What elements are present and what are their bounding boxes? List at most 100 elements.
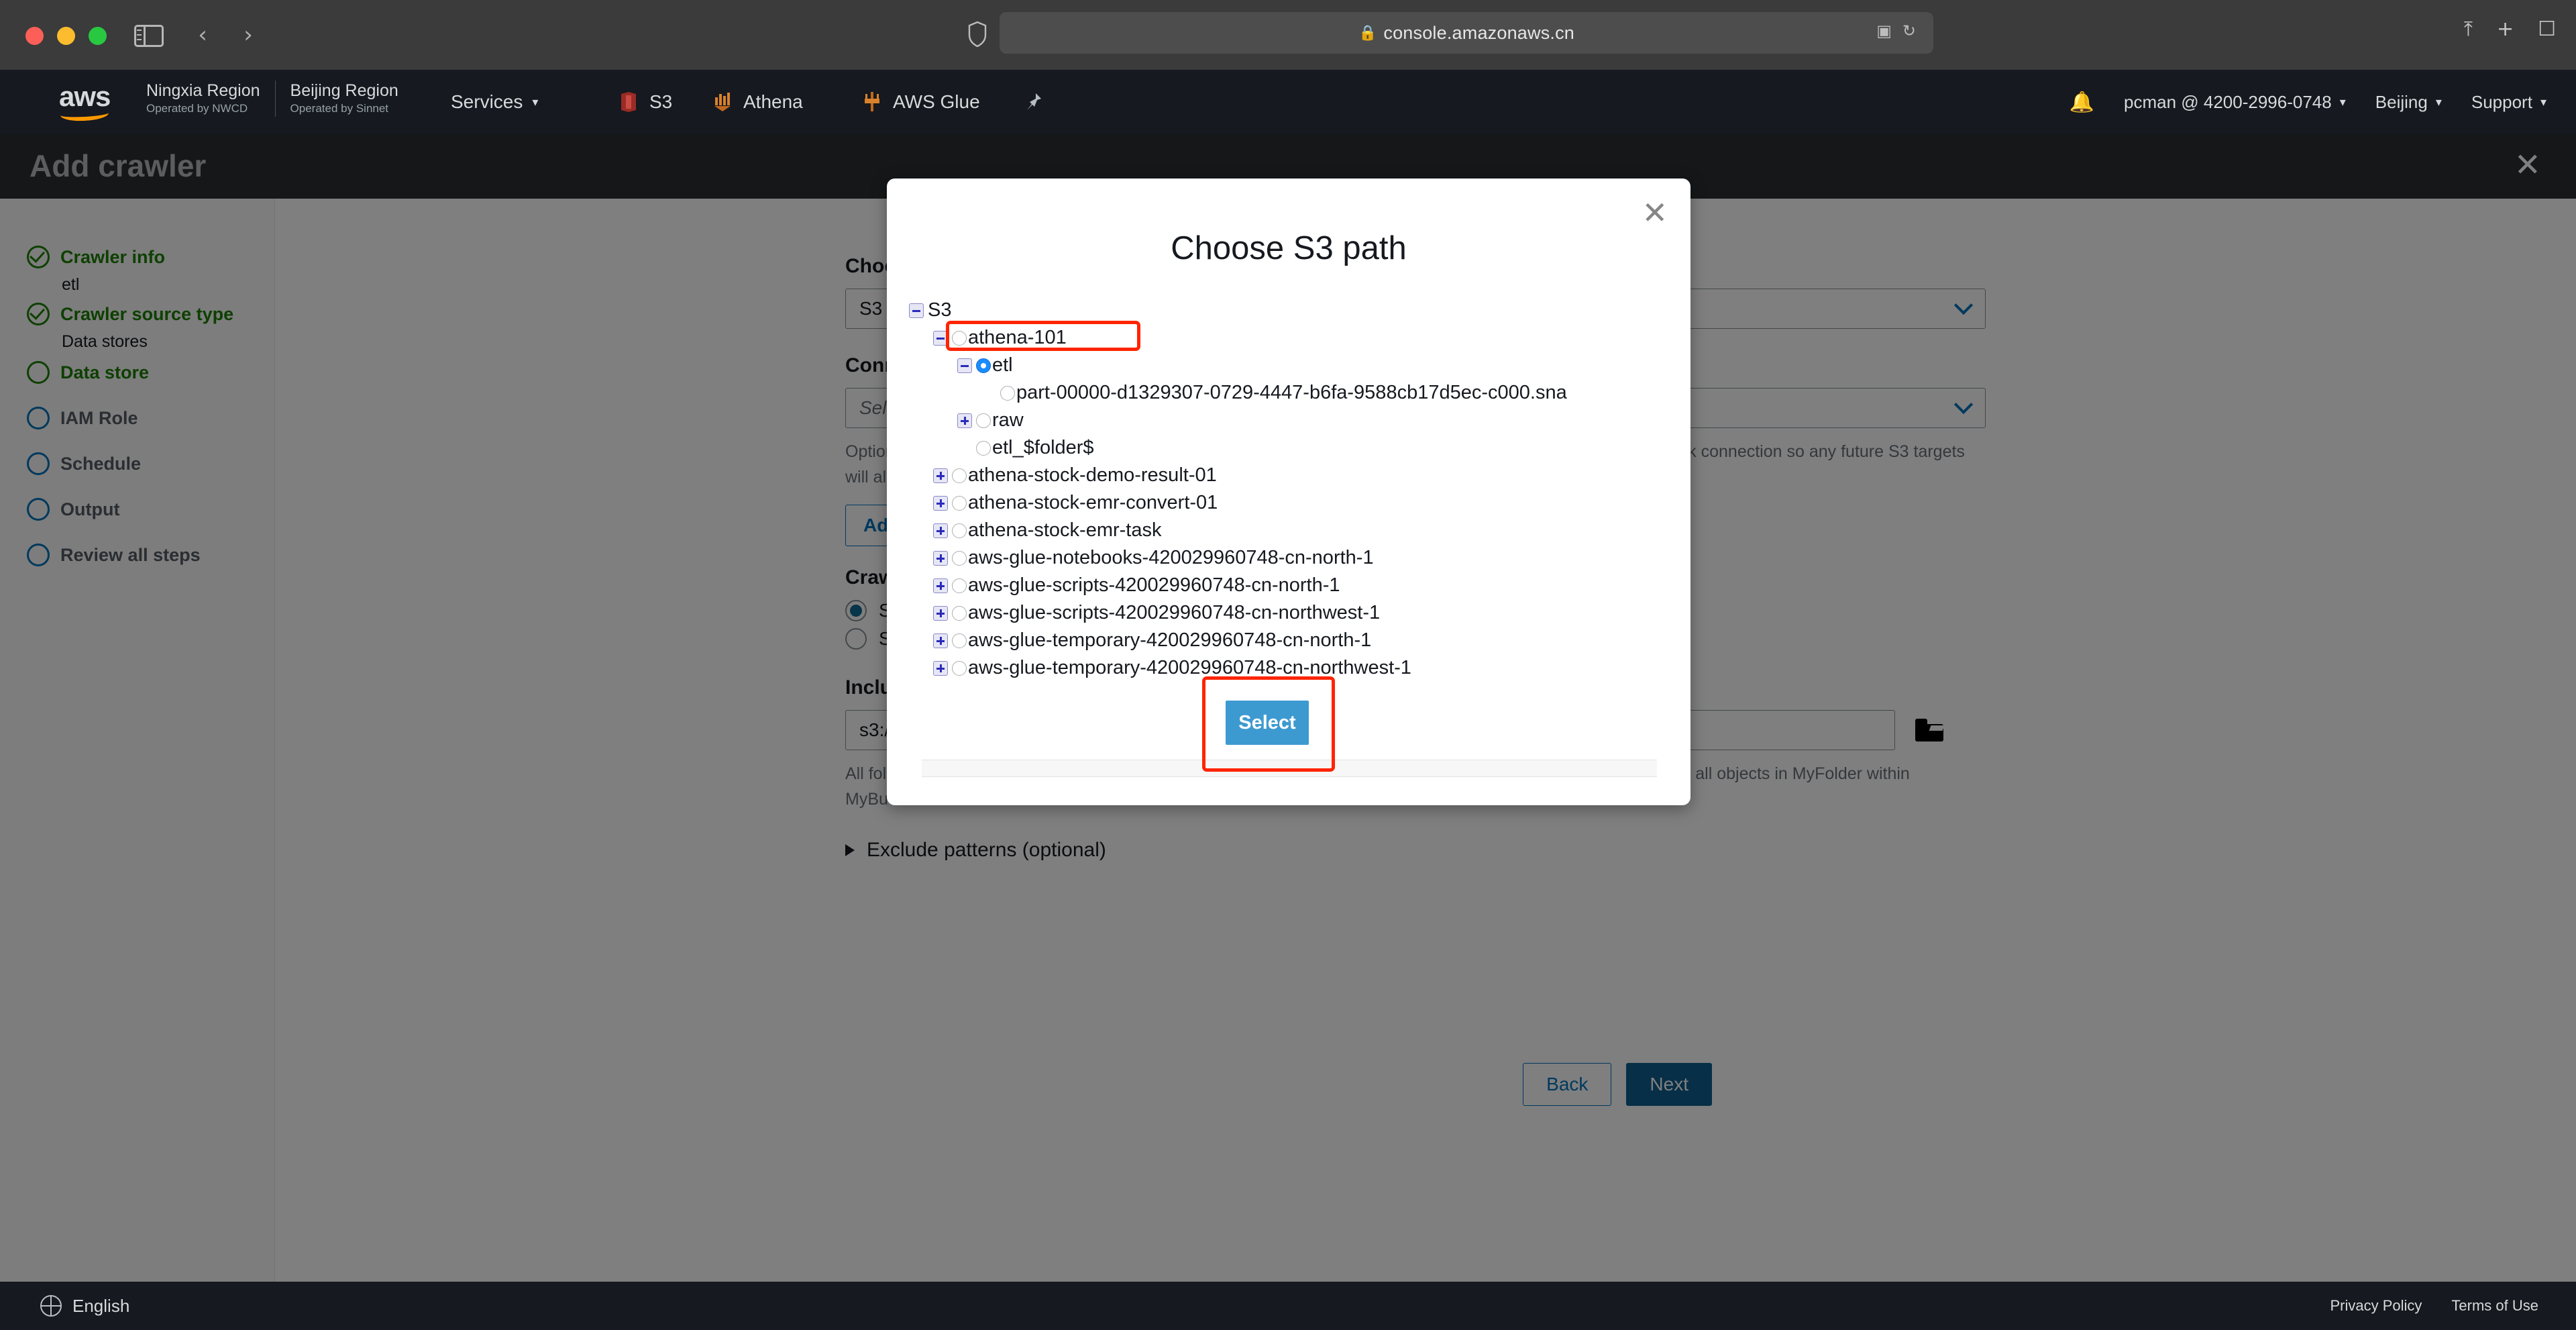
- tree-node-label: etl_$folder$: [992, 437, 1094, 458]
- globe-icon: [40, 1295, 62, 1317]
- region-menu[interactable]: Beijing ▾: [2375, 92, 2442, 113]
- region-beijing: Beijing Region Operated by Sinnet: [274, 81, 413, 117]
- choose-s3-path-modal: ✕ Choose S3 path S3 athena-101 etl part-000…: [887, 178, 1690, 805]
- browser-toolbar-right: ⤒ + ☐: [2464, 17, 2556, 41]
- tree-radio-icon[interactable]: [952, 550, 967, 566]
- expand-toggle-icon[interactable]: [933, 550, 948, 566]
- collapse-toggle-icon[interactable]: [933, 330, 948, 346]
- tree-radio-icon[interactable]: [1000, 385, 1015, 401]
- footer-links: Privacy Policy Terms of Use: [2330, 1297, 2538, 1315]
- close-window-button[interactable]: [25, 27, 44, 45]
- expand-toggle-icon[interactable]: [933, 468, 948, 483]
- athena-icon: [711, 91, 734, 113]
- page-footer: English Privacy Policy Terms of Use: [0, 1282, 2576, 1330]
- expand-toggle-icon[interactable]: [933, 660, 948, 676]
- horizontal-scrollbar[interactable]: [922, 760, 1657, 777]
- support-menu[interactable]: Support ▾: [2471, 92, 2546, 113]
- tree-radio-icon[interactable]: [976, 413, 991, 428]
- tree-node[interactable]: aws-glue-temporary-420029960748-cn-north…: [887, 627, 1690, 654]
- tree-node-label: part-00000-d1329307-0729-4447-b6fa-9588c…: [1016, 382, 1567, 403]
- bell-icon[interactable]: 🔔: [2070, 91, 2094, 114]
- forward-button[interactable]: ›: [235, 21, 262, 48]
- tree-node[interactable]: raw: [887, 407, 1690, 434]
- select-button[interactable]: Select: [1226, 701, 1309, 745]
- aws-smile-icon: [60, 106, 109, 122]
- plus-icon[interactable]: +: [2497, 17, 2514, 41]
- shortcut-aws-glue[interactable]: AWS Glue: [861, 70, 980, 134]
- language-selector[interactable]: English: [40, 1295, 129, 1317]
- chevron-down-icon: ▾: [532, 95, 539, 109]
- address-bar[interactable]: 🔒 console.amazonaws.cn ▣ ↻: [1000, 12, 1933, 54]
- tree-radio-icon[interactable]: [952, 605, 967, 621]
- tree-radio-icon[interactable]: [952, 523, 967, 538]
- tree-node[interactable]: athena-stock-emr-convert-01: [887, 489, 1690, 517]
- tree-radio-icon[interactable]: [952, 330, 967, 346]
- tree-node[interactable]: etl_$folder$: [887, 434, 1690, 462]
- tree-node-label: S3: [928, 299, 952, 321]
- tree-node[interactable]: athena-stock-emr-task: [887, 517, 1690, 544]
- account-menu[interactable]: pcman @ 4200-2996-0748 ▾: [2124, 92, 2346, 113]
- tabs-icon[interactable]: ☐: [2538, 17, 2556, 41]
- services-menu[interactable]: Services ▾: [451, 70, 538, 134]
- tree-node-label: aws-glue-scripts-420029960748-cn-northwe…: [968, 602, 1381, 623]
- tree-node[interactable]: aws-glue-temporary-420029960748-cn-north…: [887, 654, 1690, 682]
- tree-radio-icon[interactable]: [952, 578, 967, 593]
- aws-nav-right: 🔔 pcman @ 4200-2996-0748 ▾ Beijing ▾ Sup…: [2070, 70, 2546, 134]
- collapse-toggle-icon[interactable]: [909, 303, 924, 318]
- tree-node-label: athena-stock-emr-task: [968, 519, 1162, 541]
- expand-toggle-icon[interactable]: [933, 605, 948, 621]
- shortcut-s3[interactable]: S3: [617, 70, 672, 134]
- tree-node[interactable]: aws-glue-scripts-420029960748-cn-northwe…: [887, 599, 1690, 627]
- tree-node[interactable]: etl: [887, 352, 1690, 379]
- url-text: console.amazonaws.cn: [1383, 22, 1575, 43]
- tree-node[interactable]: part-00000-d1329307-0729-4447-b6fa-9588c…: [887, 379, 1690, 407]
- translate-icon[interactable]: ▣: [1876, 21, 1892, 40]
- tree-node[interactable]: athena-101: [887, 324, 1690, 352]
- maximize-window-button[interactable]: [89, 27, 107, 45]
- terms-of-use-link[interactable]: Terms of Use: [2451, 1297, 2538, 1315]
- tree-radio-icon[interactable]: [952, 633, 967, 648]
- chevron-down-icon: ▾: [2540, 95, 2546, 109]
- lock-icon: 🔒: [1358, 24, 1377, 42]
- expand-toggle-icon[interactable]: [933, 495, 948, 511]
- tree-radio-icon[interactable]: [952, 468, 967, 483]
- tree-radio-icon[interactable]: [952, 660, 967, 676]
- expand-toggle-icon[interactable]: [933, 578, 948, 593]
- chevron-down-icon: ▾: [2339, 95, 2346, 109]
- tree-node-label: aws-glue-temporary-420029960748-cn-north…: [968, 629, 1372, 651]
- shortcut-athena[interactable]: Athena: [711, 70, 803, 134]
- window-traffic-lights: [25, 27, 107, 45]
- app-root: ‹ › 🔒 console.amazonaws.cn ▣ ↻ ⤒ + ☐ aws: [0, 0, 2576, 1330]
- expand-toggle-icon[interactable]: [933, 633, 948, 648]
- tree-node-label: athena-101: [968, 327, 1067, 348]
- tree-radio-icon[interactable]: [976, 440, 991, 456]
- aws-logo-and-regions[interactable]: aws Ningxia Region Operated by NWCD Beij…: [59, 81, 413, 122]
- tree-radio-icon[interactable]: [952, 495, 967, 511]
- tree-node-label: aws-glue-temporary-420029960748-cn-north…: [968, 657, 1411, 678]
- close-icon[interactable]: ✕: [1642, 197, 1668, 228]
- reload-icon[interactable]: ↻: [1902, 21, 1916, 40]
- aws-logo[interactable]: aws: [59, 81, 134, 122]
- region-ningxia: Ningxia Region Operated by NWCD: [146, 81, 260, 115]
- tree-node-label: athena-stock-emr-convert-01: [968, 492, 1218, 513]
- privacy-policy-link[interactable]: Privacy Policy: [2330, 1297, 2422, 1315]
- tree-node-label: aws-glue-notebooks-420029960748-cn-north…: [968, 547, 1374, 568]
- chevron-down-icon: ▾: [2435, 95, 2442, 109]
- pin-icon[interactable]: [1025, 70, 1042, 134]
- tree-radio-icon[interactable]: [976, 358, 991, 373]
- back-button[interactable]: ‹: [189, 21, 216, 48]
- tree-node[interactable]: S3: [887, 297, 1690, 324]
- shield-icon[interactable]: [968, 21, 987, 48]
- sidebar-toggle-icon[interactable]: [134, 25, 164, 47]
- tree-node[interactable]: aws-glue-scripts-420029960748-cn-north-1: [887, 572, 1690, 599]
- expand-toggle-icon[interactable]: [933, 523, 948, 538]
- share-icon[interactable]: ⤒: [2464, 17, 2473, 41]
- collapse-toggle-icon[interactable]: [957, 358, 972, 373]
- tree-node[interactable]: athena-stock-demo-result-01: [887, 462, 1690, 489]
- minimize-window-button[interactable]: [57, 27, 75, 45]
- s3-path-tree: S3 athena-101 etl part-00000-d1329307-0729-…: [887, 297, 1690, 686]
- tree-node[interactable]: aws-glue-notebooks-420029960748-cn-north…: [887, 544, 1690, 572]
- expand-toggle-icon[interactable]: [957, 413, 972, 428]
- tree-node-label: aws-glue-scripts-420029960748-cn-north-1: [968, 574, 1340, 596]
